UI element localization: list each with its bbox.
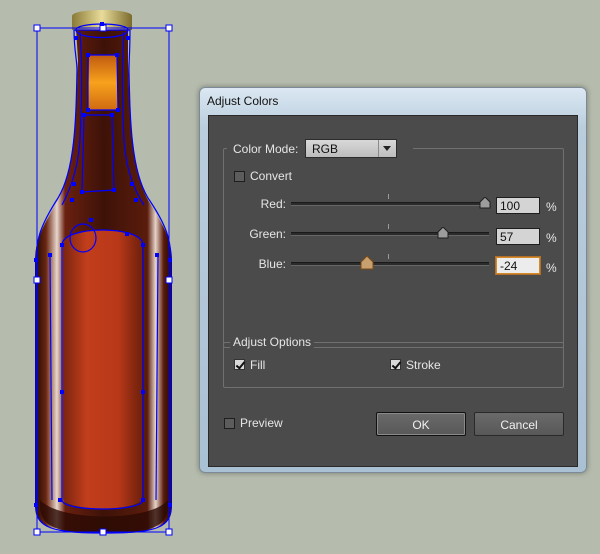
blue-slider-thumb[interactable]: [360, 256, 374, 270]
color-mode-select[interactable]: RGB: [305, 139, 397, 158]
convert-label: Convert: [250, 169, 293, 183]
stroke-label: Stroke: [406, 358, 441, 372]
green-slider-thumb[interactable]: [437, 227, 449, 239]
dialog-title: Adjust Colors: [207, 94, 279, 108]
ok-button[interactable]: OK: [376, 412, 466, 436]
green-label: Green:: [249, 227, 286, 241]
cancel-button[interactable]: Cancel: [474, 412, 564, 436]
blue-percent-label: %: [546, 261, 557, 275]
convert-checkbox[interactable]: [234, 171, 245, 182]
preview-label: Preview: [240, 416, 283, 430]
red-slider-thumb[interactable]: [479, 197, 491, 209]
blue-slider-track[interactable]: [291, 262, 489, 266]
red-value-input[interactable]: [496, 197, 540, 214]
red-percent-label: %: [546, 200, 557, 214]
fill-checkbox[interactable]: [234, 359, 245, 370]
adjust-options-label: Adjust Options: [230, 335, 315, 349]
red-label: Red:: [260, 197, 286, 211]
green-slider-track[interactable]: [291, 232, 489, 236]
preview-checkbox[interactable]: [224, 418, 235, 429]
dialog-body: Color Mode: RGB Convert Red: % Green: % …: [208, 115, 578, 467]
color-mode-value: RGB: [312, 142, 339, 156]
blue-label: Blue:: [258, 257, 286, 271]
green-percent-label: %: [546, 231, 557, 245]
stroke-checkbox[interactable]: [390, 359, 401, 370]
adjust-colors-dialog: Adjust Colors Color Mode: RGB Convert Re…: [199, 87, 587, 473]
fill-label: Fill: [250, 358, 266, 372]
green-value-input[interactable]: [496, 228, 540, 245]
beer-bottle-artwork[interactable]: [0, 0, 210, 554]
color-mode-label: Color Mode:: [233, 142, 299, 156]
chevron-down-icon: [378, 140, 396, 157]
blue-value-input[interactable]: [496, 257, 540, 274]
body-label: [63, 230, 142, 509]
neck-label: [88, 55, 118, 110]
red-slider-track[interactable]: [291, 202, 489, 206]
